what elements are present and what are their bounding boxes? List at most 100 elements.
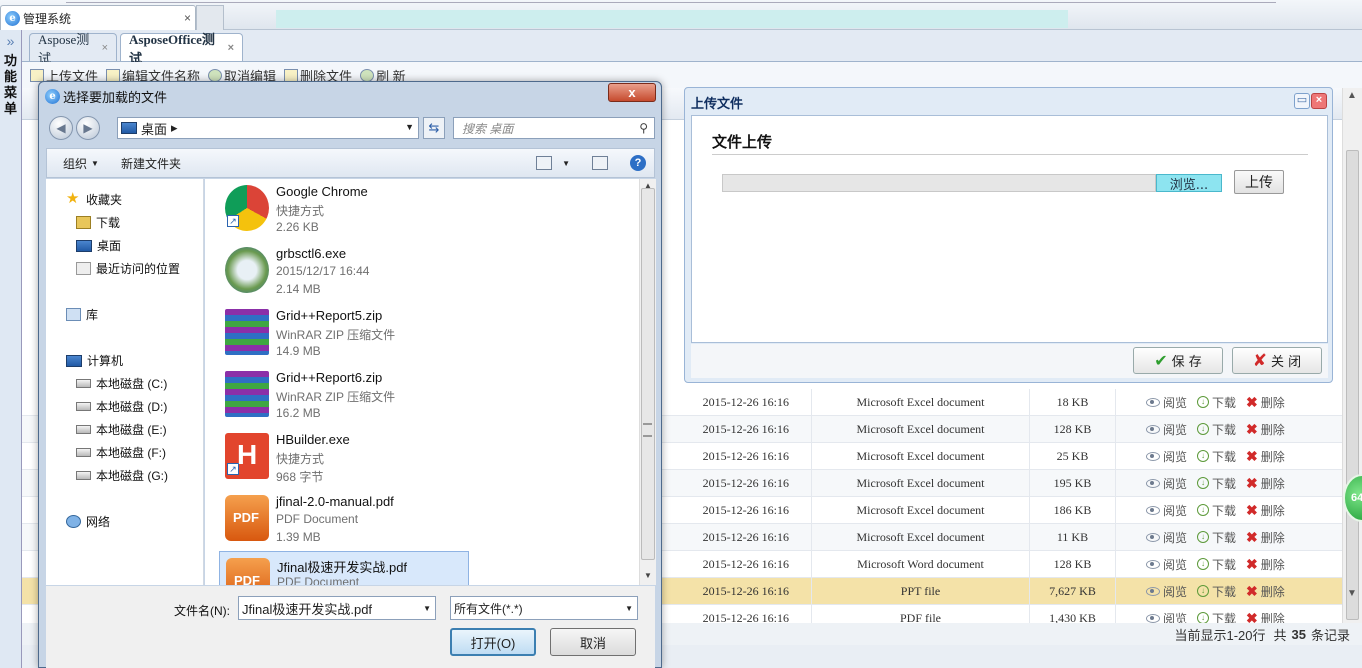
tab-close-icon[interactable]: × — [228, 42, 234, 54]
expand-arrow-icon[interactable]: » — [7, 33, 15, 49]
nav-recent[interactable]: 最近访问的位置 — [76, 260, 180, 277]
browser-tab-close-icon[interactable]: × — [184, 11, 191, 25]
file-size: 2.14 MB — [276, 282, 321, 296]
view-link[interactable]: 阅览 — [1146, 502, 1187, 519]
upload-button[interactable]: 上传 — [1234, 170, 1284, 194]
tab-close-icon[interactable]: × — [102, 42, 108, 54]
nav-drive[interactable]: 本地磁盘 (C:) — [76, 375, 167, 392]
delete-link[interactable]: ✖ 删除 — [1246, 394, 1285, 411]
filetype-select[interactable]: 所有文件(*.*) ▼ — [450, 596, 638, 620]
nav-drive[interactable]: 本地磁盘 (D:) — [76, 398, 167, 415]
new-folder-button[interactable]: 新建文件夹 — [121, 155, 181, 172]
file-path-input[interactable] — [722, 174, 1156, 192]
filename-input[interactable]: Jfinal极速开发实战.pdf ▼ — [238, 596, 436, 620]
scroll-up-icon[interactable]: ▲ — [1347, 90, 1357, 101]
function-menu-sidebar[interactable]: » 功能菜单 — [0, 30, 22, 668]
scroll-thumb[interactable] — [1346, 150, 1359, 620]
nav-drive[interactable]: 本地磁盘 (F:) — [76, 444, 166, 461]
back-arrow-icon[interactable]: ◀ — [49, 116, 73, 140]
dialog-close-button[interactable]: x — [608, 83, 656, 102]
tab-asposeoffice-test[interactable]: AsposeOffice测试 × — [120, 32, 243, 66]
tab-label: AsposeOffice测试 — [129, 31, 215, 66]
file-item[interactable]: ↗ H HBuilder.exe 快捷方式 968 字节 — [219, 427, 469, 489]
chevron-down-icon[interactable]: ▼ — [423, 604, 431, 613]
delete-link[interactable]: ✖ 删除 — [1246, 583, 1285, 600]
forward-arrow-icon[interactable]: ▶ — [76, 116, 100, 140]
file-name: jfinal-2.0-manual.pdf — [276, 494, 394, 509]
view-link[interactable]: 阅览 — [1146, 583, 1187, 600]
breadcrumb-arrow-icon[interactable]: ▸ — [171, 120, 178, 136]
file-item[interactable]: PDF Jfinal极速开发实战.pdf PDF Document — [219, 551, 469, 585]
delete-link[interactable]: ✖ 删除 — [1246, 421, 1285, 438]
refresh-icon[interactable]: ⇆ — [423, 117, 445, 139]
scroll-thumb[interactable] — [641, 188, 655, 560]
view-link[interactable]: 阅览 — [1146, 448, 1187, 465]
download-link[interactable]: ↓ 下载 — [1197, 394, 1236, 411]
delete-x-icon: ✖ — [1246, 475, 1258, 491]
delete-link[interactable]: ✖ 删除 — [1246, 448, 1285, 465]
nav-downloads[interactable]: 下载 — [76, 214, 120, 231]
tab-aspose-test[interactable]: Aspose测试 × — [29, 32, 117, 66]
nav-computer[interactable]: 计算机 — [66, 352, 123, 369]
download-link[interactable]: ↓ 下载 — [1197, 529, 1236, 546]
minimize-icon[interactable]: ▭ — [1294, 93, 1310, 109]
download-link[interactable]: ↓ 下载 — [1197, 583, 1236, 600]
delete-link[interactable]: ✖ 删除 — [1246, 502, 1285, 519]
cancel-button[interactable]: 取消 — [550, 628, 636, 656]
delete-link[interactable]: ✖ 删除 — [1246, 475, 1285, 492]
grid-scrollbar[interactable]: ▲ ▼ — [1342, 88, 1362, 623]
download-link[interactable]: ↓ 下载 — [1197, 502, 1236, 519]
download-link[interactable]: ↓ 下载 — [1197, 475, 1236, 492]
close-icon[interactable]: × — [1311, 93, 1327, 109]
view-link[interactable]: 阅览 — [1146, 556, 1187, 573]
browse-button[interactable]: 浏览... — [1156, 174, 1222, 193]
download-link[interactable]: ↓ 下载 — [1197, 448, 1236, 465]
view-link[interactable]: 阅览 — [1146, 529, 1187, 546]
file-name: Grid++Report6.zip — [276, 370, 383, 385]
chevron-down-icon[interactable]: ▼ — [625, 604, 633, 613]
address-bar[interactable]: 桌面 ▸ ▼ — [117, 117, 419, 139]
drive-icon — [76, 471, 91, 480]
file-item[interactable]: PDF jfinal-2.0-manual.pdf PDF Document 1.39… — [219, 489, 469, 551]
browser-tab[interactable]: e 管理系统 × — [0, 5, 196, 30]
search-icon[interactable]: ⚲ — [639, 121, 648, 135]
file-item[interactable]: grbsctl6.exe 2015/12/17 16:44 2.14 MB — [219, 241, 469, 303]
nav-drive[interactable]: 本地磁盘 (E:) — [76, 421, 167, 438]
close-button[interactable]: ✘ 关 闭 — [1232, 347, 1322, 374]
search-input[interactable]: 搜索 桌面 ⚲ — [453, 117, 655, 139]
view-link[interactable]: 阅览 — [1146, 475, 1187, 492]
row-size: 25 KB — [1030, 442, 1116, 470]
view-mode-icon[interactable] — [536, 156, 553, 170]
preview-pane-icon[interactable] — [592, 156, 608, 170]
nav-network[interactable]: 网络 — [66, 513, 110, 530]
eye-icon — [1146, 559, 1160, 569]
file-item[interactable]: Grid++Report5.zip WinRAR ZIP 压缩文件 14.9 MB — [219, 303, 469, 365]
help-icon[interactable]: ? — [630, 155, 646, 171]
delete-link[interactable]: ✖ 删除 — [1246, 556, 1285, 573]
open-button[interactable]: 打开(O) — [450, 628, 536, 656]
address-dropdown-icon[interactable]: ▼ — [405, 122, 414, 132]
view-link[interactable]: 阅览 — [1146, 421, 1187, 438]
new-tab-button[interactable] — [196, 5, 224, 30]
eye-icon — [1146, 478, 1160, 488]
nav-library[interactable]: 库 — [66, 306, 98, 323]
nav-desktop[interactable]: 桌面 — [76, 237, 121, 254]
download-link[interactable]: ↓ 下载 — [1197, 421, 1236, 438]
delete-link[interactable]: ✖ 删除 — [1246, 529, 1285, 546]
view-link[interactable]: 阅览 — [1146, 394, 1187, 411]
scroll-down-icon[interactable]: ▼ — [644, 571, 652, 580]
star-icon: ★ — [66, 190, 80, 207]
scroll-down-icon[interactable]: ▼ — [1347, 588, 1357, 599]
recent-places-icon — [76, 262, 91, 275]
chevron-down-icon[interactable]: ▼ — [562, 159, 570, 168]
download-link[interactable]: ↓ 下载 — [1197, 556, 1236, 573]
file-item[interactable]: ↗ Google Chrome 快捷方式 2.26 KB — [219, 179, 469, 241]
file-item[interactable]: Grid++Report6.zip WinRAR ZIP 压缩文件 16.2 MB — [219, 365, 469, 427]
nav-favorites[interactable]: ★ 收藏夹 — [66, 191, 122, 208]
organize-menu[interactable]: 组织 ▼ — [63, 155, 99, 172]
nav-drive[interactable]: 本地磁盘 (G:) — [76, 467, 168, 484]
save-button[interactable]: ✔ 保 存 — [1133, 347, 1223, 374]
address-strip — [66, 0, 1276, 3]
file-list-scrollbar[interactable]: ▲ ▼ — [639, 179, 656, 585]
tab-label: Aspose测试 — [38, 31, 90, 66]
